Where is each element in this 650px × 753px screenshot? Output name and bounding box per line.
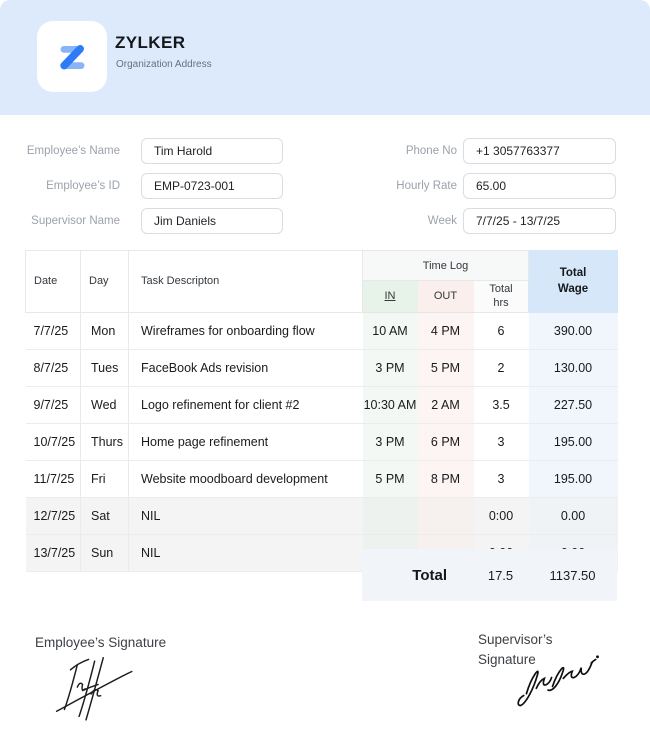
cell-day: Sat xyxy=(81,497,129,534)
cell-day: Mon xyxy=(81,312,129,349)
org-name: ZYLKER xyxy=(115,33,185,53)
org-address: Organization Address xyxy=(116,59,212,70)
form-right-column: Phone No Hourly Rate Week xyxy=(372,138,616,243)
cell-total-wage: 390.00 xyxy=(529,312,618,349)
total-label: Total xyxy=(362,567,473,584)
header-time-out: OUT xyxy=(418,281,474,313)
phone-no-input[interactable] xyxy=(463,138,616,164)
cell-total-wage: 130.00 xyxy=(529,349,618,386)
logo-tile xyxy=(37,21,107,92)
cell-time-in xyxy=(363,497,418,534)
supervisor-signature-icon xyxy=(512,648,602,716)
cell-total-hrs: 2 xyxy=(474,349,529,386)
total-row: Total 17.5 1137.50 xyxy=(25,549,617,601)
cell-time-in: 10 AM xyxy=(363,312,418,349)
header-task-description: Task Descripton xyxy=(129,251,363,313)
cell-time-out: 4 PM xyxy=(418,312,474,349)
total-block: Total 17.5 1137.50 xyxy=(362,549,617,601)
cell-task-description: Logo refinement for client #2 xyxy=(129,386,363,423)
timesheet-page: ZYLKER Organization Address Employee’s N… xyxy=(0,0,650,753)
cell-day: Fri xyxy=(81,460,129,497)
zylker-z-icon xyxy=(49,34,95,80)
header-total-wage: Total Wage xyxy=(529,251,618,313)
cell-total-hrs: 3 xyxy=(474,460,529,497)
cell-day: Wed xyxy=(81,386,129,423)
cell-total-hrs: 3.5 xyxy=(474,386,529,423)
field-supervisor-name: Supervisor Name xyxy=(0,208,283,234)
cell-total-hrs: 0:00 xyxy=(474,497,529,534)
timesheet-row: 10/7/25 Thurs Home page refinement 3 PM … xyxy=(26,423,618,460)
header-date: Date xyxy=(26,251,81,313)
field-week: Week xyxy=(372,208,616,234)
cell-total-wage: 227.50 xyxy=(529,386,618,423)
cell-date: 11/7/25 xyxy=(26,460,81,497)
total-wage-value: 1137.50 xyxy=(528,568,617,583)
cell-time-out: 2 AM xyxy=(418,386,474,423)
timesheet-row: 12/7/25 Sat NIL 0:00 0.00 xyxy=(26,497,618,534)
cell-date: 7/7/25 xyxy=(26,312,81,349)
cell-time-out: 5 PM xyxy=(418,349,474,386)
header-time-log: Time Log xyxy=(363,251,529,281)
header-in-label: IN xyxy=(385,290,396,302)
cell-date: 12/7/25 xyxy=(26,497,81,534)
header-day: Day xyxy=(81,251,129,313)
cell-total-wage: 195.00 xyxy=(529,423,618,460)
employee-signature-icon xyxy=(48,650,143,725)
week-input[interactable] xyxy=(463,208,616,234)
timesheet-row: 8/7/25 Tues FaceBook Ads revision 3 PM 5… xyxy=(26,349,618,386)
cell-time-in: 10:30 AM xyxy=(363,386,418,423)
cell-total-hrs: 3 xyxy=(474,423,529,460)
header-total-hrs: Total hrs xyxy=(474,281,529,313)
timesheet-row: 11/7/25 Fri Website moodboard developmen… xyxy=(26,460,618,497)
table-header: Date Day Task Descripton Time Log Total … xyxy=(26,251,618,313)
cell-total-wage: 195.00 xyxy=(529,460,618,497)
header-total-wage-label: Total Wage xyxy=(552,265,594,297)
cell-task-description: Wireframes for onboarding flow xyxy=(129,312,363,349)
timesheet-row: 9/7/25 Wed Logo refinement for client #2… xyxy=(26,386,618,423)
form-left-column: Employee’s Name Employee’s ID Supervisor… xyxy=(0,138,283,243)
cell-time-out: 8 PM xyxy=(418,460,474,497)
header-total-hrs-label: Total hrs xyxy=(484,282,518,311)
supervisor-name-input[interactable] xyxy=(141,208,283,234)
cell-task-description: FaceBook Ads revision xyxy=(129,349,363,386)
employee-name-input[interactable] xyxy=(141,138,283,164)
employee-id-input[interactable] xyxy=(141,173,283,199)
cell-time-in: 3 PM xyxy=(363,423,418,460)
cell-time-out: 6 PM xyxy=(418,423,474,460)
hourly-rate-label: Hourly Rate xyxy=(372,180,457,192)
week-label: Week xyxy=(372,215,457,227)
cell-time-in: 3 PM xyxy=(363,349,418,386)
cell-total-hrs: 6 xyxy=(474,312,529,349)
hourly-rate-input[interactable] xyxy=(463,173,616,199)
total-hours-value: 17.5 xyxy=(473,568,528,583)
employee-id-label: Employee’s ID xyxy=(0,180,120,192)
cell-day: Tues xyxy=(81,349,129,386)
cell-time-out xyxy=(418,497,474,534)
field-hourly-rate: Hourly Rate xyxy=(372,173,616,199)
phone-no-label: Phone No xyxy=(372,145,457,157)
cell-date: 9/7/25 xyxy=(26,386,81,423)
cell-task-description: NIL xyxy=(129,497,363,534)
cell-time-in: 5 PM xyxy=(363,460,418,497)
field-phone-no: Phone No xyxy=(372,138,616,164)
supervisor-name-label: Supervisor Name xyxy=(0,215,120,227)
header-time-in: IN xyxy=(363,281,418,313)
employee-name-label: Employee’s Name xyxy=(0,145,120,157)
timesheet-table-body: 7/7/25 Mon Wireframes for onboarding flo… xyxy=(26,312,618,571)
header-band: ZYLKER Organization Address xyxy=(0,0,650,115)
cell-date: 8/7/25 xyxy=(26,349,81,386)
timesheet-row: 7/7/25 Mon Wireframes for onboarding flo… xyxy=(26,312,618,349)
cell-task-description: Website moodboard development xyxy=(129,460,363,497)
cell-task-description: Home page refinement xyxy=(129,423,363,460)
cell-date: 10/7/25 xyxy=(26,423,81,460)
field-employee-name: Employee’s Name xyxy=(0,138,283,164)
cell-day: Thurs xyxy=(81,423,129,460)
field-employee-id: Employee’s ID xyxy=(0,173,283,199)
timesheet-table: Date Day Task Descripton Time Log Total … xyxy=(25,250,618,572)
cell-total-wage: 0.00 xyxy=(529,497,618,534)
